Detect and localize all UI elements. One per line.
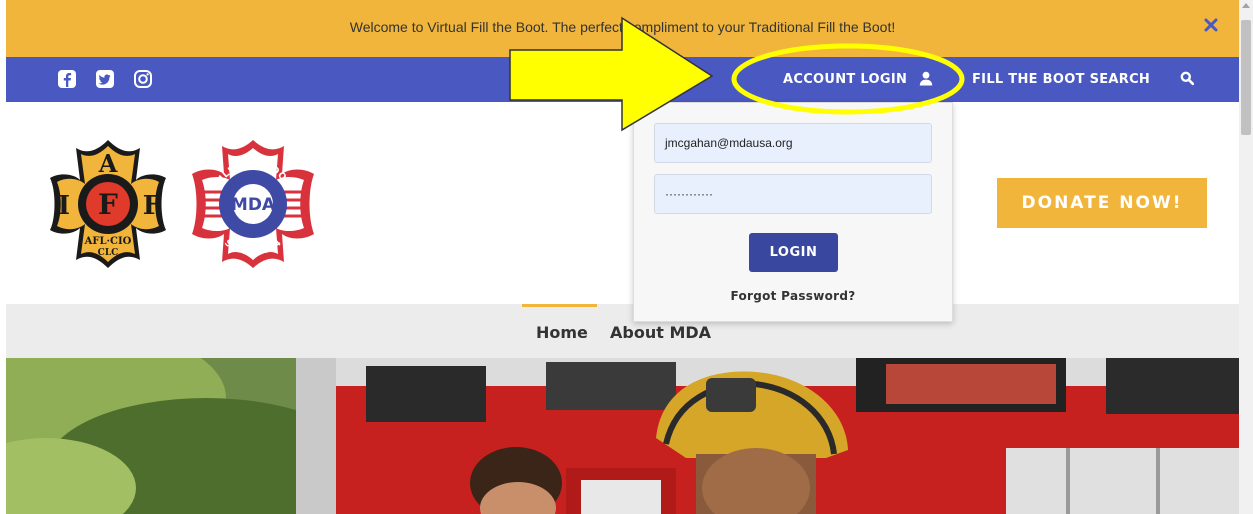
top-navbar: ACCOUNT LOGIN FILL THE BOOT SEARCH [6, 57, 1239, 102]
close-icon[interactable] [1203, 17, 1219, 33]
twitter-icon[interactable] [94, 68, 116, 90]
page-scrollbar[interactable] [1239, 0, 1253, 514]
login-button[interactable]: LOGIN [749, 233, 838, 272]
facebook-icon[interactable] [56, 68, 78, 90]
forgot-password-link[interactable]: Forgot Password? [634, 289, 952, 303]
iaff-afl-cio-text: AFL·CIO [84, 236, 132, 247]
nav-item-home[interactable]: Home [536, 323, 588, 342]
iaff-letter-a: A [98, 149, 118, 178]
firefighter-hero-image [6, 358, 1239, 514]
active-tab-indicator [522, 304, 597, 307]
iaff-letter-f-center: F [98, 188, 118, 221]
scroll-up-arrow-icon[interactable] [1242, 3, 1250, 8]
mda-center-text: MDA [231, 195, 276, 215]
donate-now-button[interactable]: DONATE NOW! [997, 178, 1207, 228]
banner-text: Welcome to Virtual Fill the Boot. The pe… [349, 19, 896, 35]
user-icon[interactable] [919, 71, 933, 86]
iaff-letter-i: I [58, 191, 70, 221]
password-field[interactable]: ············ [654, 174, 932, 214]
secondary-nav: Home About MDA [6, 304, 1239, 358]
iaff-letter-f-right: F [143, 191, 162, 221]
login-dropdown: jmcgahan@mdausa.org ············ LOGIN F… [633, 102, 953, 322]
hero-photo [6, 358, 1239, 514]
account-login-link[interactable]: ACCOUNT LOGIN [783, 72, 907, 87]
announcement-banner: Welcome to Virtual Fill the Boot. The pe… [6, 0, 1239, 57]
scrollbar-thumb[interactable] [1241, 20, 1251, 135]
nav-item-about-mda[interactable]: About MDA [610, 323, 711, 342]
email-field[interactable]: jmcgahan@mdausa.org [654, 123, 932, 163]
iaff-logo: A I F F AFL·CIO CLC [50, 140, 166, 268]
search-icon[interactable] [1180, 71, 1194, 86]
fill-the-boot-search-link[interactable]: FILL THE BOOT SEARCH [972, 72, 1150, 87]
iaff-clc-text: CLC [98, 248, 119, 258]
mda-fill-the-boot-logo: FILL THE BOOT SINCE 1954 MDA [192, 140, 314, 268]
instagram-icon[interactable] [132, 68, 154, 90]
